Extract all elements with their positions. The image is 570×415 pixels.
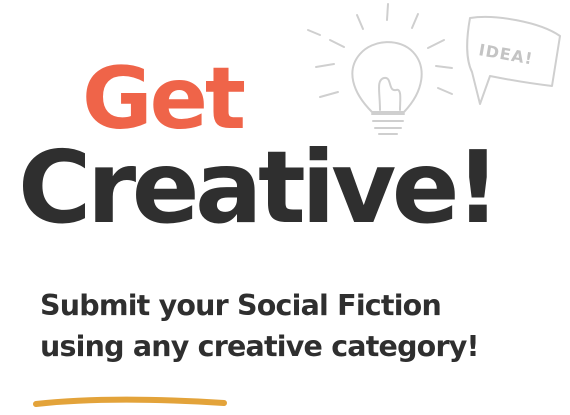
subtitle-line-2: using any creative category! — [40, 330, 479, 363]
subtitle-line-1: Submit your Social Fiction — [40, 289, 442, 322]
subtitle: Submit your Social Fiction using any cre… — [40, 285, 479, 367]
lightbulb-icon — [307, 3, 561, 135]
idea-illustration: IDEA! — [307, 3, 561, 135]
brush-underline — [33, 396, 227, 407]
headline-creative: Creative! — [18, 129, 501, 246]
idea-bubble-text: IDEA! — [477, 40, 534, 68]
